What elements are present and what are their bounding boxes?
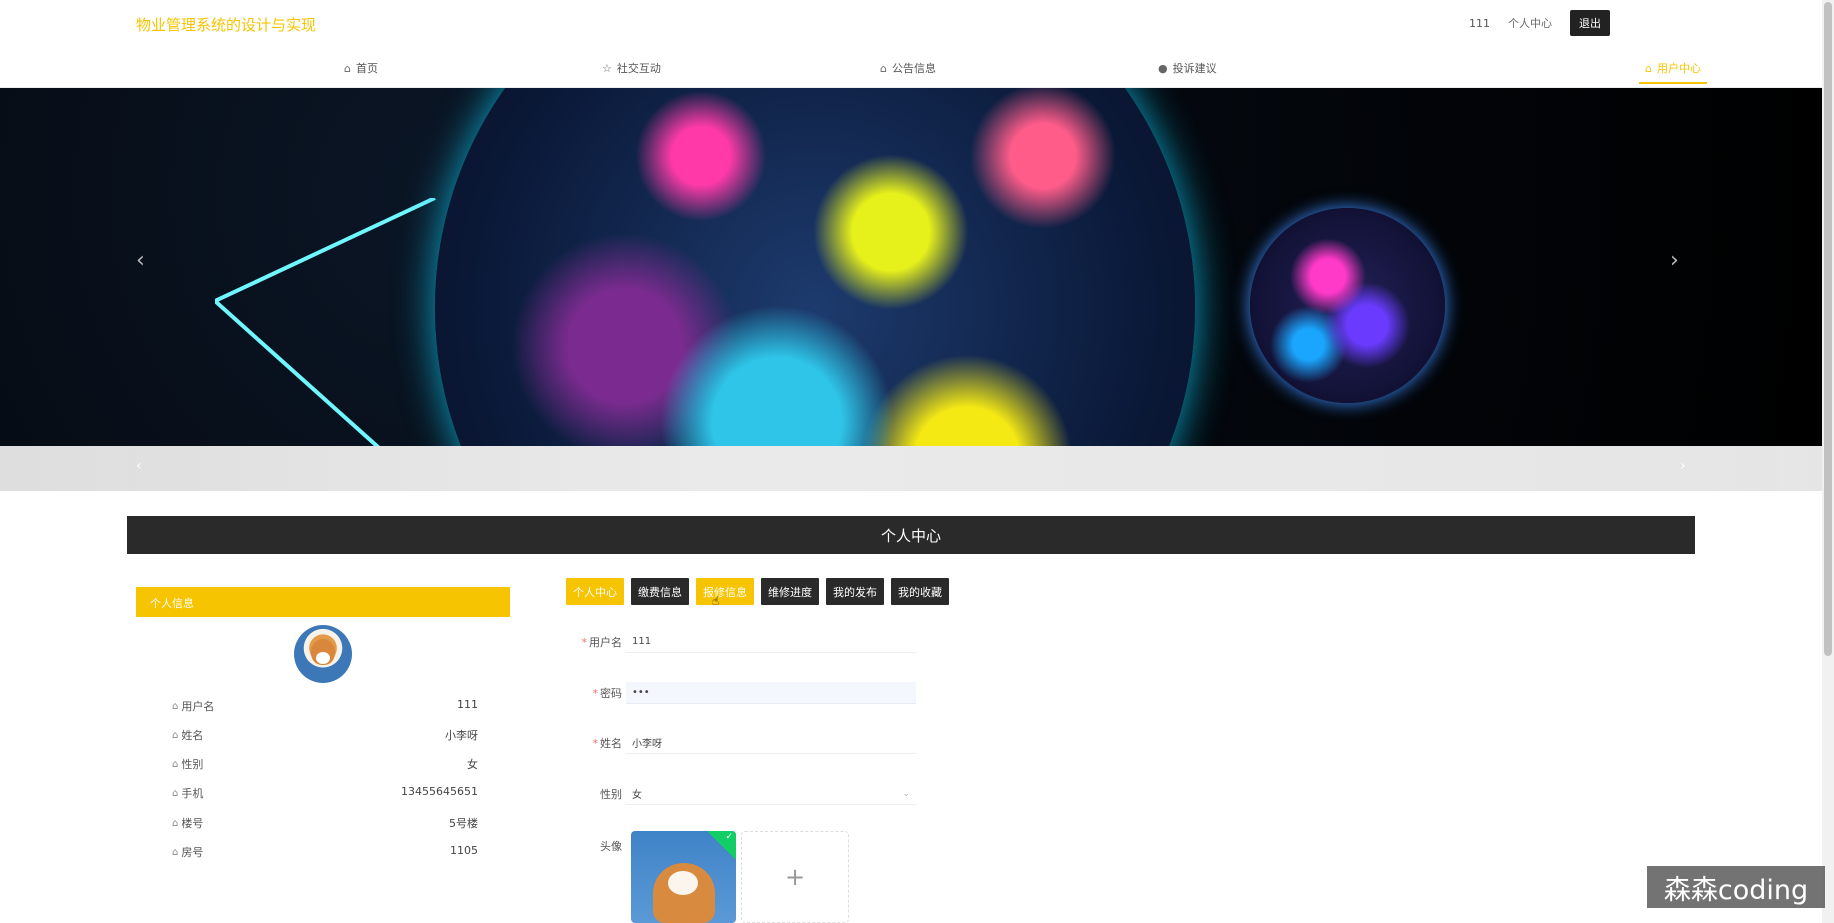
banner-carousel: ‹ › [0, 88, 1822, 446]
form-row-name: * 姓名 小李呀 [566, 732, 916, 754]
profile-field-value: 1105 [450, 844, 478, 857]
profile-card-header: 个人信息 [136, 587, 510, 617]
username-display: 111 [1469, 16, 1490, 30]
page-scrollbar[interactable] [1822, 0, 1834, 923]
small-planet-image [1250, 208, 1445, 403]
top-right-bar: 111 个人中心 退出 [1469, 10, 1610, 36]
nav-item-notices[interactable]: ⌂ 公告信息 [880, 60, 936, 76]
username-field[interactable]: 111 [626, 631, 916, 653]
profile-field-value: 13455645651 [401, 785, 478, 798]
plus-icon: + [784, 863, 806, 891]
gender-select[interactable]: 女 ⌄ [626, 783, 916, 805]
profile-link[interactable]: 个人中心 [1508, 15, 1552, 31]
star-icon: ☆ [602, 61, 612, 75]
dog-muzzle-graphic [316, 652, 330, 664]
mouse-cursor-icon: ☝ [712, 594, 720, 608]
home-icon: ⌂ [344, 61, 351, 75]
tab-repair-info[interactable]: 报修信息 [696, 578, 754, 605]
profile-row-phone: ⌂ 手机 13455645651 [172, 785, 478, 801]
chevron-down-icon: ⌄ [902, 788, 910, 799]
planet-image [435, 88, 1195, 446]
logout-button[interactable]: 退出 [1570, 10, 1610, 36]
profile-field-value: 女 [467, 758, 478, 771]
password-field[interactable]: ••• [626, 682, 916, 704]
profile-row-gender: ⌂ 性别 女 [172, 756, 478, 772]
dog-face-graphic [668, 871, 698, 895]
gender-select-value: 女 [632, 790, 642, 801]
home-icon: ⌂ [172, 846, 179, 858]
carousel-next-arrow[interactable]: › [1670, 248, 1679, 273]
home-icon: ⌂ [172, 787, 179, 799]
name-field[interactable]: 小李呀 [626, 732, 916, 754]
user-center-tabs: 个人中心 缴费信息 报修信息 维修进度 我的发布 我的收藏 [566, 578, 949, 605]
home-icon: ⌂ [172, 758, 179, 770]
form-row-username: * 用户名 111 [566, 631, 916, 653]
nav-item-label: 投诉建议 [1172, 62, 1217, 75]
form-label: * 姓名 [592, 737, 623, 750]
strip-next-arrow[interactable]: › [1680, 458, 1686, 474]
watermark: 森森coding [1647, 866, 1825, 908]
profile-row-room: ⌂ 房号 1105 [172, 844, 478, 860]
nav-item-social[interactable]: ☆ 社交互动 [602, 60, 661, 76]
profile-field-label: 房号 [181, 846, 204, 859]
profile-field-value: 111 [457, 698, 478, 711]
form-label: 头像 [600, 840, 622, 853]
carousel-thumbnail-strip: ‹ › [0, 446, 1822, 491]
profile-row-name: ⌂ 姓名 小李呀 [172, 727, 478, 743]
tab-personal-center[interactable]: 个人中心 [566, 578, 624, 605]
site-title: 物业管理系统的设计与实现 [136, 16, 317, 34]
nav-item-complaints[interactable]: ● 投诉建议 [1158, 60, 1217, 76]
form-row-password: * 密码 ••• [566, 682, 916, 704]
upload-add-button[interactable]: + [741, 831, 849, 923]
scrollbar-thumb[interactable] [1824, 2, 1832, 656]
profile-field-value: 5号楼 [449, 817, 478, 830]
bag-icon: ⌂ [880, 61, 887, 75]
profile-field-label: 楼号 [181, 817, 204, 830]
avatar-upload-thumbnail[interactable]: ✓ [631, 831, 736, 923]
profile-field-label: 姓名 [181, 729, 204, 742]
tab-my-favorites[interactable]: 我的收藏 [891, 578, 949, 605]
home-icon: ⌂ [172, 700, 179, 712]
tab-payment-info[interactable]: 缴费信息 [631, 578, 689, 605]
nav-item-label: 用户中心 [1656, 62, 1701, 75]
home-icon: ⌂ [172, 729, 179, 741]
tab-my-posts[interactable]: 我的发布 [826, 578, 884, 605]
home-icon: ⌂ [172, 817, 179, 829]
info-icon: ● [1158, 61, 1168, 75]
main-nav: ⌂ 首页 ☆ 社交互动 ⌂ 公告信息 ● 投诉建议 ⌂ 用户中心 [0, 54, 1822, 88]
profile-row-building: ⌂ 楼号 5号楼 [172, 815, 478, 831]
form-row-gender: 性别 女 ⌄ [566, 783, 916, 805]
avatar [294, 625, 352, 683]
profile-field-value: 小李呀 [445, 729, 478, 742]
carousel-prev-arrow[interactable]: ‹ [136, 248, 145, 273]
check-icon: ✓ [725, 832, 733, 842]
nav-item-label: 首页 [355, 62, 378, 75]
tab-repair-progress[interactable]: 维修进度 [761, 578, 819, 605]
profile-field-label: 性别 [181, 758, 204, 771]
home-icon: ⌂ [1645, 61, 1652, 75]
nav-item-label: 公告信息 [891, 62, 936, 75]
form-label: * 用户名 [581, 636, 623, 649]
strip-prev-arrow[interactable]: ‹ [136, 458, 142, 474]
section-title: 个人中心 [127, 516, 1695, 554]
profile-field-label: 用户名 [181, 700, 215, 713]
form-label: * 密码 [592, 687, 623, 700]
nav-item-label: 社交互动 [616, 62, 661, 75]
nav-item-home[interactable]: ⌂ 首页 [344, 60, 378, 76]
form-label: 性别 [600, 788, 622, 801]
profile-field-label: 手机 [181, 787, 204, 800]
profile-row-username: ⌂ 用户名 111 [172, 698, 478, 714]
nav-item-user-center[interactable]: ⌂ 用户中心 [1639, 60, 1707, 84]
